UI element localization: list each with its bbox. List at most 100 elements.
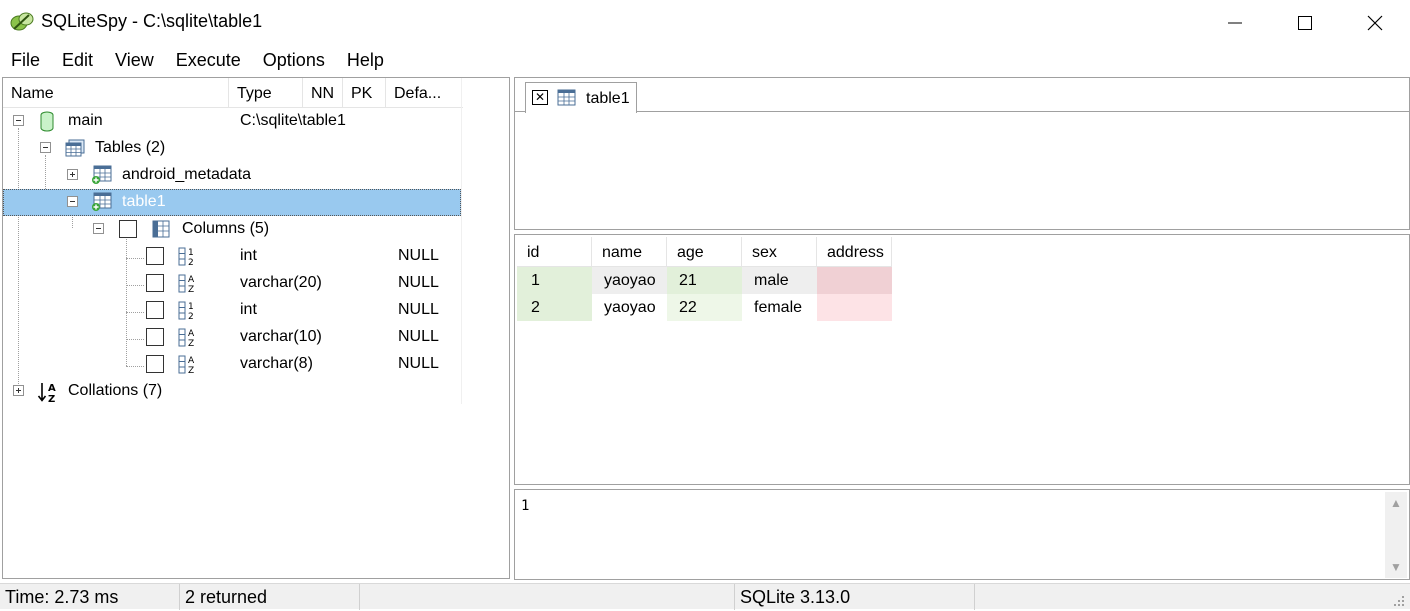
collapse-icon[interactable] <box>40 142 51 153</box>
column-default: NULL <box>398 328 439 345</box>
status-time: Time: 2.73 ms <box>0 584 180 610</box>
tree-col-name[interactable]: Name <box>3 78 229 108</box>
maximize-button[interactable] <box>1270 0 1340 46</box>
sort-collation-icon: A Z <box>37 383 56 403</box>
numeric-field-icon: 1 2 <box>178 301 194 321</box>
column-checkbox[interactable] <box>146 328 164 346</box>
menu-edit[interactable]: Edit <box>51 46 104 75</box>
tree-node-tables[interactable]: Tables (2) <box>3 135 461 162</box>
menu-execute[interactable]: Execute <box>165 46 252 75</box>
grid-cell-null[interactable] <box>817 267 892 294</box>
tree-node-collations[interactable]: A Z Collations (7) <box>3 378 461 405</box>
column-checkbox[interactable] <box>146 247 164 265</box>
grid-cell[interactable]: male <box>742 267 817 294</box>
database-icon <box>40 111 54 132</box>
column-checkbox[interactable] <box>146 355 164 373</box>
tree-node-label: Collations (7) <box>68 382 163 399</box>
grid-cell[interactable]: female <box>742 294 817 321</box>
tree-node-column[interactable]: A Z varchar(20) NULL <box>3 270 461 297</box>
tree-node-column[interactable]: A Z varchar(10) NULL <box>3 324 461 351</box>
tab-strip: ✕ table1 <box>515 78 1409 113</box>
collapse-icon[interactable] <box>93 223 104 234</box>
grid-header-sex[interactable]: sex <box>742 237 817 267</box>
tree-col-default[interactable]: Defa... <box>386 78 462 108</box>
column-type: varchar(20) <box>240 274 322 291</box>
column-checkbox[interactable] <box>146 274 164 292</box>
maximize-icon <box>1298 16 1312 30</box>
tree-node-main[interactable]: main C:\sqlite\table1 <box>3 108 461 135</box>
status-bar: Time: 2.73 ms 2 returned SQLite 3.13.0 <box>0 583 1410 610</box>
sql-editor[interactable] <box>515 113 1409 229</box>
svg-text:2: 2 <box>188 258 194 267</box>
tree-col-nn[interactable]: NN <box>303 78 343 108</box>
menu-view[interactable]: View <box>104 46 165 75</box>
column-type: varchar(10) <box>240 328 322 345</box>
expand-icon[interactable] <box>13 385 24 396</box>
collapse-icon[interactable] <box>67 196 78 207</box>
svg-text:Z: Z <box>188 339 194 348</box>
tree-node-columns[interactable]: Columns (5) <box>3 216 461 243</box>
tree-node-label: android_metadata <box>122 166 251 183</box>
window-title: SQLiteSpy - C:\sqlite\table1 <box>41 11 263 31</box>
tree-node-label: table1 <box>122 193 166 210</box>
grid-header-address[interactable]: address <box>817 237 892 267</box>
menu-file[interactable]: File <box>0 46 51 75</box>
close-button[interactable] <box>1340 0 1410 46</box>
scroll-up-icon[interactable]: ▲ <box>1385 492 1407 514</box>
tree-node-column[interactable]: 1 2 int NULL <box>3 297 461 324</box>
resize-grip-icon[interactable] <box>1392 594 1406 608</box>
tree-node-column[interactable]: 1 2 int NULL <box>3 243 461 270</box>
minimize-icon <box>1228 22 1242 24</box>
tree-node-column[interactable]: A Z varchar(8) NULL <box>3 351 461 378</box>
tab-close-button[interactable]: ✕ <box>532 90 548 105</box>
tree-node-label: main <box>68 112 103 129</box>
grid-cell[interactable]: yaoyao <box>592 267 667 294</box>
grid-header-age[interactable]: age <box>667 237 742 267</box>
columns-checkbox[interactable] <box>119 220 137 238</box>
column-type: int <box>240 301 257 318</box>
column-default: NULL <box>398 301 439 318</box>
tree-header: Name Type NN PK Defa... <box>3 78 463 108</box>
status-empty <box>360 584 735 610</box>
column-type: varchar(8) <box>240 355 313 372</box>
svg-text:1: 1 <box>188 248 194 258</box>
grid-cell-null[interactable] <box>817 294 892 321</box>
svg-text:A: A <box>188 329 195 339</box>
menu-help[interactable]: Help <box>336 46 395 75</box>
tree-node-label: Tables (2) <box>95 139 166 156</box>
minimize-button[interactable] <box>1200 0 1270 46</box>
svg-text:A: A <box>188 356 195 366</box>
grid-cell[interactable]: 2 <box>517 294 592 321</box>
column-checkbox[interactable] <box>146 301 164 319</box>
text-field-icon: A Z <box>178 355 195 375</box>
tree-col-type[interactable]: Type <box>229 78 303 108</box>
grid-cell[interactable]: 21 <box>667 267 742 294</box>
numeric-field-icon: 1 2 <box>178 247 194 267</box>
tree-node-table1[interactable]: table1 <box>3 189 461 216</box>
tree-col-pk[interactable]: PK <box>343 78 386 108</box>
grid-header-name[interactable]: name <box>592 237 667 267</box>
menu-options[interactable]: Options <box>252 46 336 75</box>
grid-cell[interactable]: 22 <box>667 294 742 321</box>
sql-editor-panel: ✕ table1 <box>514 77 1410 230</box>
vertical-scrollbar[interactable]: ▲ ▼ <box>1385 492 1407 578</box>
grid-header-id[interactable]: id <box>517 237 592 267</box>
expand-icon[interactable] <box>67 169 78 180</box>
tab-label: table1 <box>586 90 630 107</box>
results-grid: id name age sex address 1 yaoyao 21 male… <box>514 234 1410 485</box>
svg-text:Z: Z <box>188 366 194 375</box>
grid-cell[interactable]: yaoyao <box>592 294 667 321</box>
status-returned: 2 returned <box>180 584 360 610</box>
scroll-down-icon[interactable]: ▼ <box>1385 556 1407 578</box>
grid-cell[interactable]: 1 <box>517 267 592 294</box>
svg-text:Z: Z <box>188 285 194 294</box>
app-logo-icon <box>10 12 34 31</box>
tree-column-divider <box>461 78 462 404</box>
tree-node-android-metadata[interactable]: android_metadata <box>3 162 461 189</box>
svg-text:1: 1 <box>188 302 194 312</box>
cell-value-panel[interactable]: 1 ▲ ▼ <box>514 489 1410 580</box>
close-icon <box>1367 15 1383 31</box>
tab-table1[interactable]: ✕ table1 <box>525 82 637 113</box>
database-path: C:\sqlite\table1 <box>240 112 346 129</box>
collapse-icon[interactable] <box>13 115 24 126</box>
